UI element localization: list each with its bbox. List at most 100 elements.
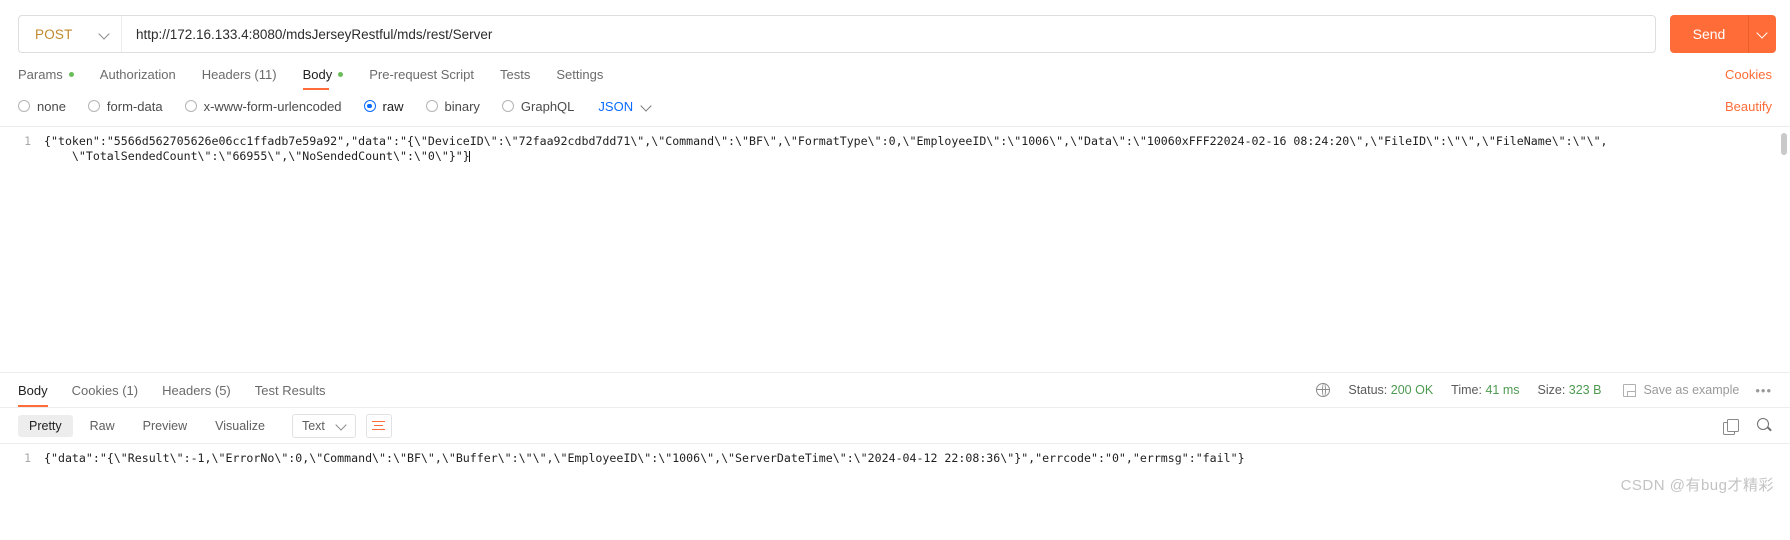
wrap-lines-button[interactable] xyxy=(365,413,392,438)
send-options-button[interactable] xyxy=(1748,15,1776,53)
tab-settings-label: Settings xyxy=(556,66,604,82)
body-type-binary-label: binary xyxy=(444,98,480,114)
size-value: 323 B xyxy=(1568,383,1602,397)
send-group: Send xyxy=(1670,15,1776,53)
body-type-graphql-label: GraphQL xyxy=(520,98,575,114)
body-format-label: JSON xyxy=(598,98,634,114)
status-value: 200 OK xyxy=(1390,383,1434,397)
save-as-example-button[interactable]: Save as example xyxy=(1623,383,1739,397)
response-gutter: 1 xyxy=(0,444,40,501)
radio-icon xyxy=(425,100,438,112)
status-label: Status: xyxy=(1348,383,1388,397)
cookies-link[interactable]: Cookies xyxy=(1725,67,1772,82)
body-type-raw-label: raw xyxy=(382,98,404,114)
body-type-binary[interactable]: binary xyxy=(425,98,480,114)
radio-icon xyxy=(87,100,100,112)
globe-icon xyxy=(1316,383,1331,397)
size-label: Size: xyxy=(1537,383,1566,397)
chevron-down-icon xyxy=(100,30,109,39)
search-icon[interactable] xyxy=(1757,418,1772,433)
response-tab-test-results-label: Test Results xyxy=(254,382,326,398)
body-type-raw[interactable]: raw xyxy=(363,98,404,114)
http-method-label: POST xyxy=(35,26,73,42)
postman-request-window: POST http://172.16.133.4:8080/mdsJerseyR… xyxy=(0,0,1790,540)
view-mode-pretty[interactable]: Pretty xyxy=(18,414,73,437)
body-type-none-label: none xyxy=(37,98,66,114)
response-tab-headers[interactable]: Headers (5) xyxy=(162,373,231,407)
body-type-none[interactable]: none xyxy=(18,99,66,114)
time-label: Time: xyxy=(1451,383,1482,397)
text-caret xyxy=(468,150,470,162)
response-more-menu-button[interactable]: ••• xyxy=(1755,383,1772,398)
response-tab-cookies[interactable]: Cookies (1) xyxy=(72,373,138,407)
response-body-code: {"data":"{\"Result\":-1,\"ErrorNo\":0,\"… xyxy=(44,451,1245,465)
response-tab-headers-label: Headers (5) xyxy=(162,382,231,398)
tab-pre-request-script[interactable]: Pre-request Script xyxy=(369,58,474,90)
radio-icon xyxy=(18,100,30,112)
save-icon xyxy=(1623,383,1637,397)
tab-body-label: Body xyxy=(302,66,333,82)
body-type-graphql[interactable]: GraphQL xyxy=(501,98,575,114)
time-value: 41 ms xyxy=(1485,383,1520,397)
tab-tests-label: Tests xyxy=(500,66,531,82)
chevron-down-icon xyxy=(337,421,346,430)
response-tab-body[interactable]: Body xyxy=(18,373,48,407)
request-body-editor[interactable]: 1 {"token":"5566d562705626e06cc1ffadb7e5… xyxy=(0,126,1790,373)
response-toolbar: Pretty Raw Preview Visualize Text xyxy=(0,407,1790,443)
line-number: 1 xyxy=(24,451,31,465)
body-type-form-data-label: form-data xyxy=(106,98,163,114)
watermark: CSDN @有bug才精彩 xyxy=(1620,477,1774,494)
modified-dot-icon xyxy=(338,71,344,77)
wrap-line-1-icon xyxy=(372,420,386,423)
send-button[interactable]: Send xyxy=(1670,15,1748,53)
radio-icon xyxy=(184,100,197,112)
response-tab-body-label: Body xyxy=(18,382,48,398)
response-meta: Status: 200 OK Time: 41 ms Size: 323 B S… xyxy=(1316,383,1772,398)
chevron-down-icon xyxy=(642,102,651,111)
body-type-urlencoded-label: x-www-form-urlencoded xyxy=(203,98,342,114)
view-mode-visualize[interactable]: Visualize xyxy=(204,415,276,437)
copy-icon[interactable] xyxy=(1723,418,1739,435)
editor-scrollbar[interactable] xyxy=(1781,133,1787,155)
modified-dot-icon xyxy=(68,71,74,77)
body-format-dropdown[interactable]: JSON xyxy=(598,99,651,114)
tab-params[interactable]: Params xyxy=(18,58,74,90)
line-number: 1 xyxy=(24,134,31,148)
body-type-form-data[interactable]: form-data xyxy=(87,98,163,114)
url-input-group: POST http://172.16.133.4:8080/mdsJerseyR… xyxy=(18,15,1656,53)
request-body-line-1: { xyxy=(44,134,51,148)
tab-settings[interactable]: Settings xyxy=(556,58,603,90)
response-tabs: Body Cookies (1) Headers (5) Test Result… xyxy=(0,373,1790,407)
view-mode-preview[interactable]: Preview xyxy=(132,415,198,437)
size-badge: Size: 323 B xyxy=(1538,383,1602,397)
request-body-line-1-rest: "token":"5566d562705626e06cc1ffadb7e59a9… xyxy=(50,134,1608,148)
http-method-dropdown[interactable]: POST xyxy=(19,16,122,52)
request-body-line-2: \"TotalSendedCount\":\"66955\",\"NoSende… xyxy=(71,148,470,163)
tab-headers[interactable]: Headers (11) xyxy=(202,58,277,90)
tab-pre-request-script-label: Pre-request Script xyxy=(369,66,474,82)
body-type-row: none form-data x-www-form-urlencoded raw… xyxy=(0,90,1790,122)
response-toolbar-actions xyxy=(1723,418,1772,435)
tab-body[interactable]: Body xyxy=(302,58,344,90)
response-body-editor[interactable]: 1 {"data":"{\"Result\":-1,\"ErrorNo\":0,… xyxy=(0,443,1790,501)
url-input[interactable]: http://172.16.133.4:8080/mdsJerseyRestfu… xyxy=(122,27,1655,42)
response-content-type-label: Text xyxy=(301,418,325,433)
beautify-button[interactable]: Beautify xyxy=(1725,99,1772,114)
tab-params-label: Params xyxy=(18,66,63,82)
response-content-type-dropdown[interactable]: Text xyxy=(291,413,356,438)
time-badge: Time: 41 ms xyxy=(1451,383,1519,397)
response-tab-test-results[interactable]: Test Results xyxy=(255,373,326,407)
tab-tests[interactable]: Tests xyxy=(500,58,530,90)
wrap-line-3-icon xyxy=(372,428,386,431)
tab-headers-label: Headers (11) xyxy=(201,66,277,82)
request-body-code[interactable]: {"token":"5566d562705626e06cc1ffadb7e59a… xyxy=(44,127,1776,372)
request-tabs: Params Authorization Headers (11) Body P… xyxy=(0,58,1790,90)
wrap-line-2-icon xyxy=(374,424,384,427)
body-type-urlencoded[interactable]: x-www-form-urlencoded xyxy=(184,98,342,114)
tab-authorization[interactable]: Authorization xyxy=(100,58,176,90)
response-tab-cookies-label: Cookies (1) xyxy=(71,382,139,398)
view-mode-raw[interactable]: Raw xyxy=(79,415,126,437)
status-badge: Status: 200 OK xyxy=(1348,383,1433,397)
save-as-example-label: Save as example xyxy=(1643,383,1740,397)
request-gutter: 1 xyxy=(0,127,40,372)
